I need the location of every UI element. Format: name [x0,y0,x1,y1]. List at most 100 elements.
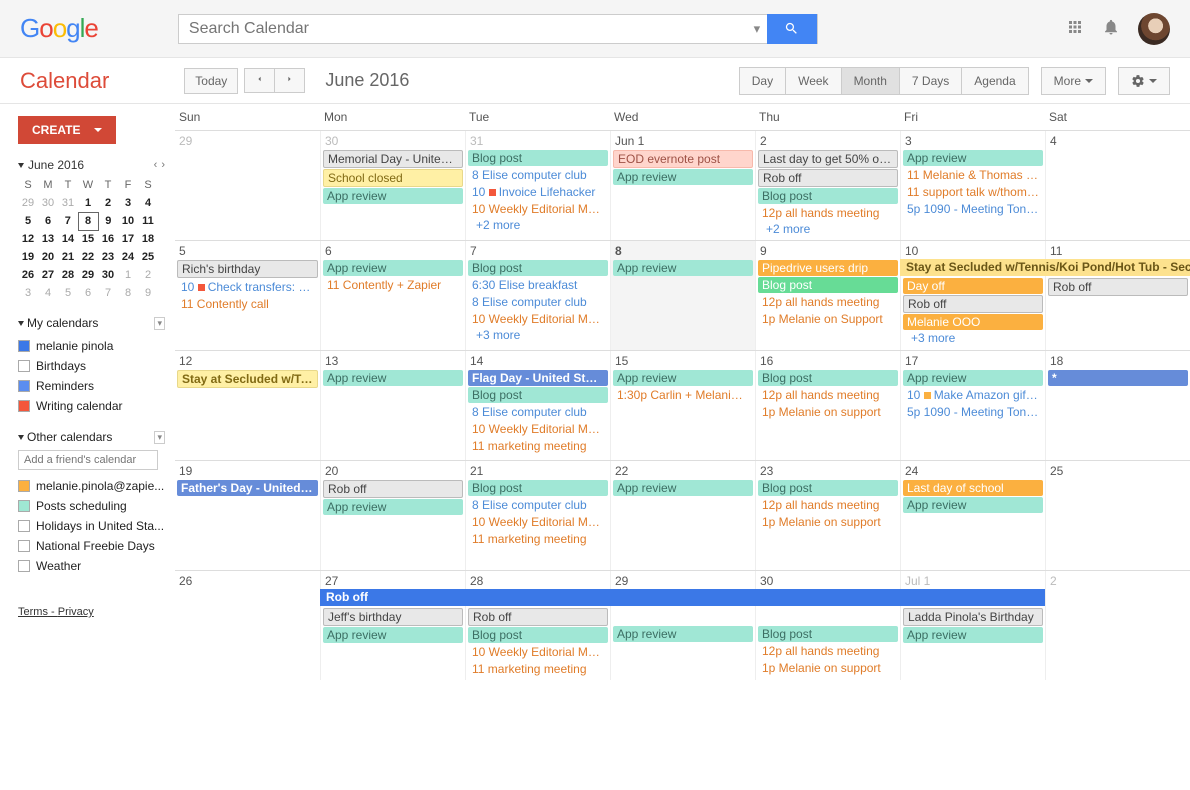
mini-day[interactable]: 14 [58,230,78,248]
day-cell[interactable]: 13App review [320,351,465,460]
notifications-icon[interactable] [1102,18,1120,39]
event[interactable]: 1p Melanie on Support [758,311,898,327]
day-cell[interactable]: 20Rob offApp review [320,461,465,570]
event[interactable]: Blog post [468,150,608,166]
mini-day[interactable]: 29 [78,266,98,284]
event[interactable]: Blog post [758,188,898,204]
day-cell[interactable]: 12Stay at Secluded w/Ten [175,351,320,460]
event[interactable]: Day off [903,278,1043,294]
event[interactable]: App review [613,370,753,386]
day-cell[interactable]: 4 [1045,131,1190,240]
day-cell[interactable]: 18* [1045,351,1190,460]
mini-day[interactable]: 5 [18,212,38,230]
mini-day[interactable]: 18 [138,230,158,248]
event[interactable]: 11 Contently call [177,296,318,312]
event-span[interactable]: Stay at Secluded w/Tennis/Koi Pond/Hot T… [900,259,1190,276]
mini-day[interactable]: 11 [138,212,158,230]
event[interactable]: App review [323,188,463,204]
triangle-down-icon[interactable] [18,321,24,326]
apps-icon[interactable] [1066,18,1084,39]
event[interactable]: 8 Elise computer club [468,497,608,513]
day-cell[interactable]: 5Rich's birthday10 Check transfers: sav1… [175,241,320,350]
mini-prev[interactable]: ‹ [154,159,158,171]
mini-day[interactable]: 12 [18,230,38,248]
event[interactable]: App review [903,627,1043,643]
day-cell[interactable]: 21Blog post8 Elise computer club10 Weekl… [465,461,610,570]
mini-day[interactable]: 17 [118,230,138,248]
event[interactable]: 8 Elise computer club [468,167,608,183]
mini-day[interactable]: 10 [118,212,138,230]
more-events[interactable]: +3 more [903,331,1043,345]
mini-day[interactable]: 1 [118,266,138,284]
day-cell[interactable]: 3App review11 Melanie & Thomas Go11 supp… [900,131,1045,240]
event[interactable]: 10 Make Amazon gift ca [903,387,1043,403]
view-month[interactable]: Month [842,67,900,95]
day-cell[interactable]: 24Last day of schoolApp review [900,461,1045,570]
mini-day[interactable]: 6 [38,212,58,230]
terms-link[interactable]: Terms [18,606,48,618]
mini-day[interactable]: 2 [98,194,118,212]
event[interactable]: 10 Weekly Editorial Meeti [468,201,608,217]
event[interactable]: 1p Melanie on support [758,404,898,420]
event[interactable]: App review [613,480,753,496]
event-span[interactable]: Rob off [320,589,1045,606]
mini-day[interactable]: 6 [78,284,98,302]
event[interactable]: App review [613,169,753,185]
event[interactable]: 10 Weekly Editorial Meeti [468,311,608,327]
calendar-item[interactable]: National Freebie Days [18,536,175,556]
more-events[interactable]: +3 more [468,328,608,342]
mini-day[interactable]: 1 [78,194,98,212]
mini-day[interactable]: 13 [38,230,58,248]
event[interactable]: Blog post [758,626,898,642]
mini-day[interactable]: 16 [98,230,118,248]
mini-day[interactable]: 27 [38,266,58,284]
event[interactable]: 1p Melanie on support [758,514,898,530]
calendar-item[interactable]: Posts scheduling [18,496,175,516]
day-cell[interactable]: 27Jeff's birthdayApp review [320,571,465,680]
mini-day[interactable]: 4 [138,194,158,212]
view-7days[interactable]: 7 Days [900,67,962,95]
event[interactable]: App review [903,497,1043,513]
mini-day[interactable]: 4 [38,284,58,302]
event[interactable]: 12p all hands meeting [758,205,898,221]
event[interactable]: App review [613,626,753,642]
event[interactable]: 10 Invoice Lifehacker [468,184,608,200]
event[interactable]: 12p all hands meeting [758,294,898,310]
day-cell[interactable]: 15App review1:30p Carlin + Melanie ch [610,351,755,460]
calendar-item[interactable]: Holidays in United Sta... [18,516,175,536]
mini-day[interactable]: 2 [138,266,158,284]
day-cell[interactable]: 9Pipedrive users dripBlog post12p all ha… [755,241,900,350]
mini-day[interactable]: 19 [18,248,38,266]
search-button[interactable] [767,14,817,44]
more-events[interactable]: +2 more [758,222,898,236]
event[interactable]: Stay at Secluded w/Ten [177,370,318,388]
event[interactable]: 5p 1090 - Meeting Tonigh [903,404,1043,420]
event[interactable]: Rich's birthday [177,260,318,278]
event[interactable]: 10 Check transfers: sav [177,279,318,295]
mini-day[interactable]: 30 [38,194,58,212]
day-cell[interactable]: 2Last day to get 50% off nRob offBlog po… [755,131,900,240]
event[interactable]: App review [323,499,463,515]
next-button[interactable] [274,68,305,93]
event[interactable]: 1:30p Carlin + Melanie ch [613,387,753,403]
event[interactable]: App review [323,260,463,276]
event[interactable]: 12p all hands meeting [758,387,898,403]
mini-calendar[interactable]: SMTWTFS293031123456789101112131415161718… [18,176,158,302]
view-day[interactable]: Day [739,67,786,95]
mini-day[interactable]: 9 [138,284,158,302]
mini-day[interactable]: 28 [58,266,78,284]
day-cell[interactable]: 30Blog post12p all hands meeting1p Melan… [755,571,900,680]
event[interactable]: Blog post [468,260,608,276]
day-cell[interactable]: Jun 1EOD evernote postApp review [610,131,755,240]
more-events[interactable]: +2 more [468,218,608,232]
mini-next[interactable]: › [161,159,165,171]
triangle-down-icon[interactable] [18,163,24,168]
event[interactable]: 11 marketing meeting [468,661,608,677]
day-cell[interactable]: 2 [1045,571,1190,680]
calendar-item[interactable]: Writing calendar [18,396,175,416]
day-cell[interactable]: 10Day offRob offMelanie OOO+3 more [900,241,1045,350]
event[interactable]: Last day to get 50% off n [758,150,898,168]
event[interactable]: * [1048,370,1188,386]
event[interactable]: 11 marketing meeting [468,531,608,547]
event[interactable]: Blog post [758,370,898,386]
